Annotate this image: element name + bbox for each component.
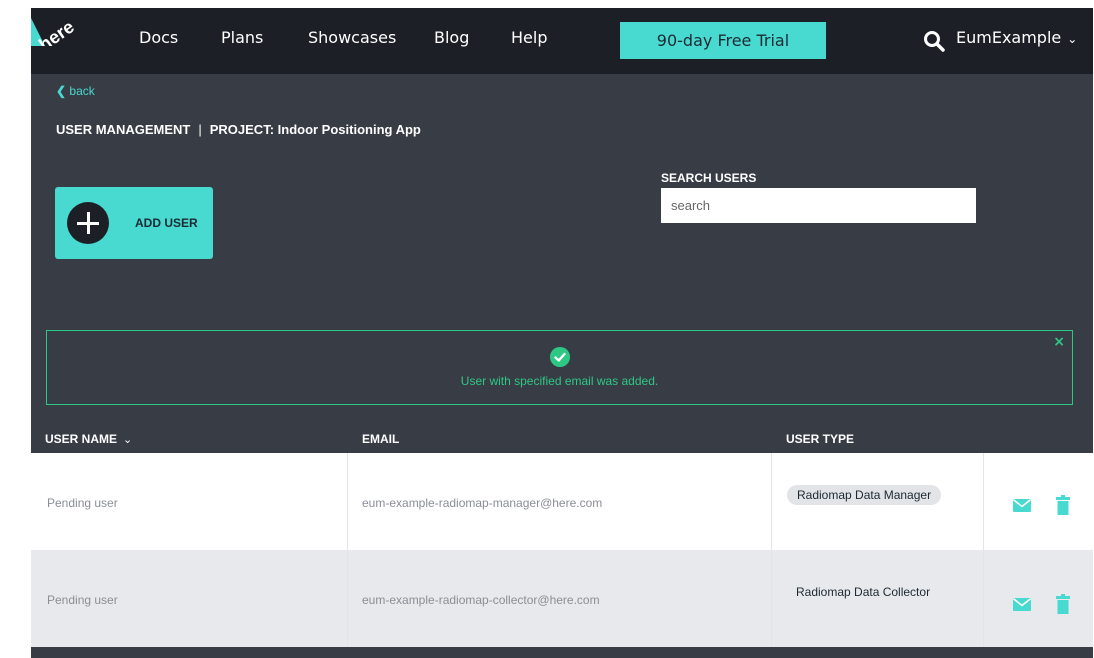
nav-help[interactable]: Help — [511, 28, 547, 47]
column-divider — [347, 550, 348, 647]
account-menu[interactable]: EumExample ⌄ — [956, 28, 1077, 47]
nav-blog[interactable]: Blog — [434, 28, 469, 47]
close-icon[interactable]: × — [1053, 335, 1065, 349]
email-cell: eum-example-radiomap-collector@here.com — [362, 593, 600, 607]
mail-icon[interactable] — [1013, 499, 1031, 512]
plus-icon — [67, 202, 109, 244]
user-name-cell: Pending user — [47, 593, 118, 607]
email-cell: eum-example-radiomap-manager@here.com — [362, 496, 603, 510]
search-input[interactable] — [661, 188, 976, 223]
user-name-cell: Pending user — [47, 496, 118, 510]
email-header-label: EMAIL — [362, 432, 400, 446]
chevron-down-icon: ⌄ — [123, 434, 133, 446]
user-name-header-label: USER NAME — [45, 432, 118, 446]
top-navigation: here Docs Plans Showcases Blog Help 90-d… — [31, 8, 1093, 74]
column-divider — [347, 453, 348, 550]
column-divider — [983, 550, 984, 647]
trash-icon[interactable] — [1056, 594, 1070, 614]
free-trial-label: 90-day Free Trial — [656, 31, 790, 50]
alert-message: User with specified email was added. — [460, 374, 659, 388]
nav-plans[interactable]: Plans — [221, 28, 263, 47]
user-type-value: Radiomap Data Collector — [796, 585, 931, 599]
add-user-label: ADD USER — [135, 216, 198, 230]
add-user-button[interactable]: ADD USER — [55, 187, 213, 259]
svg-text:here: here — [35, 17, 78, 46]
column-header-user-type: USER TYPE — [786, 432, 854, 446]
chevron-down-icon: ⌄ — [1067, 32, 1078, 46]
breadcrumb-separator: | — [198, 122, 202, 137]
column-divider — [771, 453, 772, 550]
column-header-user-name[interactable]: USER NAME ⌄ — [45, 432, 132, 446]
breadcrumb: USER MANAGEMENT | PROJECT: Indoor Position… — [56, 122, 421, 137]
check-circle-icon — [550, 347, 570, 367]
project-title: PROJECT: Indoor Positioning App — [209, 122, 421, 137]
account-name: EumExample — [956, 28, 1062, 47]
column-divider — [771, 550, 772, 647]
back-label: back — [69, 84, 95, 98]
chevron-left-icon: ❮ — [56, 84, 67, 98]
mail-icon[interactable] — [1013, 598, 1031, 611]
back-link[interactable]: ❮ back — [56, 84, 95, 98]
success-alert: × User with specified email was added. — [46, 330, 1073, 405]
column-divider — [983, 453, 984, 550]
user-type-header-label: USER TYPE — [786, 432, 855, 446]
column-header-email: EMAIL — [362, 432, 399, 446]
table-row: Pending user eum-example-radiomap-collec… — [31, 550, 1093, 647]
nav-docs[interactable]: Docs — [139, 28, 178, 47]
user-type-badge: Radiomap Data Manager — [787, 485, 942, 505]
here-logo[interactable]: here — [31, 8, 91, 46]
search-users-label: SEARCH USERS — [661, 171, 757, 185]
search-icon[interactable] — [923, 30, 945, 52]
app-frame: here Docs Plans Showcases Blog Help 90-d… — [31, 8, 1093, 658]
nav-showcases[interactable]: Showcases — [308, 28, 396, 47]
trash-icon[interactable] — [1056, 495, 1070, 515]
section-title: USER MANAGEMENT — [56, 122, 191, 137]
free-trial-button[interactable]: 90-day Free Trial — [620, 22, 826, 59]
table-row: Pending user eum-example-radiomap-manage… — [31, 453, 1093, 550]
